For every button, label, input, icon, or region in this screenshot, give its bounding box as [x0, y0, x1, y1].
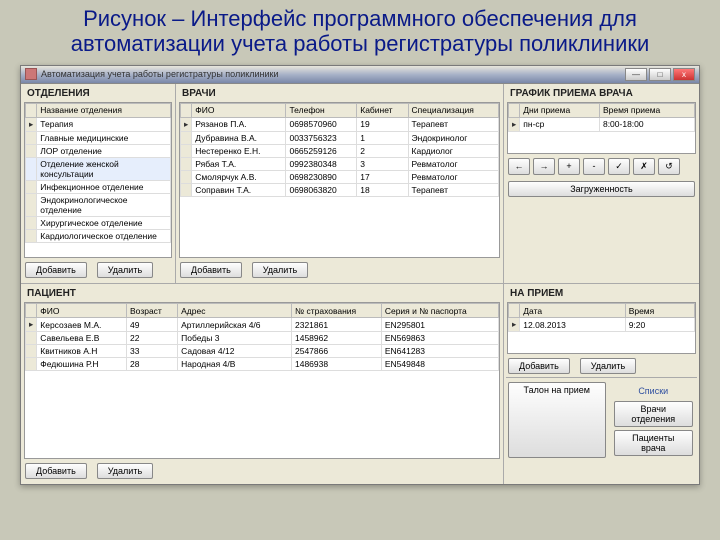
minimize-button[interactable]: —: [625, 68, 647, 81]
table-row: Эндокринологическое отделение: [26, 193, 171, 216]
doc-del-button[interactable]: Удалить: [252, 262, 308, 278]
table-row: Рябая Т.А.09923803483Ревматолог: [181, 157, 499, 170]
table-row: ▸Рязанов П.А.069857096019Терапевт: [181, 117, 499, 131]
slide-title: Рисунок – Интерфейс программного обеспеч…: [0, 0, 720, 65]
table-row: Савельева Е.В22Победы 31458962EN569863: [26, 332, 499, 345]
doctors-header: ВРАЧИ: [178, 86, 501, 101]
table-row: ▸пн-ср8:00-18:00: [509, 117, 695, 131]
dep-add-button[interactable]: Добавить: [25, 262, 87, 278]
lists-label: Списки: [614, 386, 694, 396]
patients-grid[interactable]: ФИОВозрастАдрес№ страхованияСерия и № па…: [24, 302, 500, 459]
close-button[interactable]: x: [673, 68, 695, 81]
table-row: Нестеренко Е.Н.06652591262Кардиолог: [181, 144, 499, 157]
table-row: Смолярчук А.В.069823089017Ревматолог: [181, 170, 499, 183]
nav-confirm-button[interactable]: ✓: [608, 158, 630, 175]
titlebar: Автоматизация учета работы регистратуры …: [21, 66, 699, 84]
nav-cancel-button[interactable]: ✗: [633, 158, 655, 175]
col-dep-name: Название отделения: [37, 103, 171, 117]
table-row: Главные медицинские: [26, 131, 171, 144]
appointment-header: НА ПРИЕМ: [506, 286, 697, 301]
departments-grid[interactable]: Название отделения ▸Терапия Главные меди…: [24, 102, 172, 259]
patients-header: ПАЦИЕНТ: [23, 286, 501, 301]
schedule-panel: ГРАФИК ПРИЕМА ВРАЧА Дни приемаВремя прие…: [504, 84, 699, 284]
pat-add-button[interactable]: Добавить: [25, 463, 87, 479]
content-area: ОТДЕЛЕНИЯ Название отделения ▸Терапия Гл…: [21, 84, 699, 484]
table-row: Федюшина Р.Н28Народная 4/В1486938EN54984…: [26, 358, 499, 371]
appt-add-button[interactable]: Добавить: [508, 358, 570, 374]
schedule-header: ГРАФИК ПРИЕМА ВРАЧА: [506, 86, 697, 101]
table-row: ▸12.08.20139:20: [509, 318, 695, 332]
maximize-button[interactable]: □: [649, 68, 671, 81]
table-row: ▸Терапия: [26, 117, 171, 131]
departments-panel: ОТДЕЛЕНИЯ Название отделения ▸Терапия Гл…: [21, 84, 176, 284]
table-row: Отделение женской консультации: [26, 157, 171, 180]
pat-del-button[interactable]: Удалить: [97, 463, 153, 479]
nav-refresh-button[interactable]: ↺: [658, 158, 680, 175]
list-doctors-button[interactable]: Врачи отделения: [614, 401, 694, 427]
window-title: Автоматизация учета работы регистратуры …: [41, 69, 625, 79]
table-row: Соправин Т.А.069806382018Терапевт: [181, 183, 499, 196]
nav-next-button[interactable]: →: [533, 158, 555, 175]
departments-header: ОТДЕЛЕНИЯ: [23, 86, 173, 101]
table-row: ▸Керсозаев М.А.49Артиллерийская 4/623218…: [26, 318, 499, 332]
table-row: Дубравина В.А.00337563231Эндокринолог: [181, 131, 499, 144]
table-row: Инфекционное отделение: [26, 180, 171, 193]
appt-del-button[interactable]: Удалить: [580, 358, 636, 374]
table-row: ЛОР отделение: [26, 144, 171, 157]
nav-remove-button[interactable]: -: [583, 158, 605, 175]
table-row: Кардиологическое отделение: [26, 229, 171, 242]
list-patients-button[interactable]: Пациенты врача: [614, 430, 694, 456]
appointment-panel: НА ПРИЕМ ДатаВремя ▸12.08.20139:20 Добав…: [504, 284, 699, 484]
doctors-grid[interactable]: ФИОТелефонКабинетСпециализация ▸Рязанов …: [179, 102, 500, 259]
patients-panel: ПАЦИЕНТ ФИОВозрастАдрес№ страхованияСери…: [21, 284, 504, 484]
table-row: Квитников А.Н33Садовая 4/122547866EN6412…: [26, 345, 499, 358]
nav-add-button[interactable]: +: [558, 158, 580, 175]
nav-prev-button[interactable]: ←: [508, 158, 530, 175]
talon-button[interactable]: Талон на прием: [508, 382, 606, 458]
dep-del-button[interactable]: Удалить: [97, 262, 153, 278]
load-button[interactable]: Загруженность: [508, 181, 695, 197]
app-icon: [25, 68, 37, 80]
appointment-grid[interactable]: ДатаВремя ▸12.08.20139:20: [507, 302, 696, 354]
doc-add-button[interactable]: Добавить: [180, 262, 242, 278]
schedule-grid[interactable]: Дни приемаВремя приема ▸пн-ср8:00-18:00: [507, 102, 696, 154]
app-window: Автоматизация учета работы регистратуры …: [20, 65, 700, 485]
table-row: Хирургическое отделение: [26, 216, 171, 229]
doctors-panel: ВРАЧИ ФИОТелефонКабинетСпециализация ▸Ря…: [176, 84, 504, 284]
